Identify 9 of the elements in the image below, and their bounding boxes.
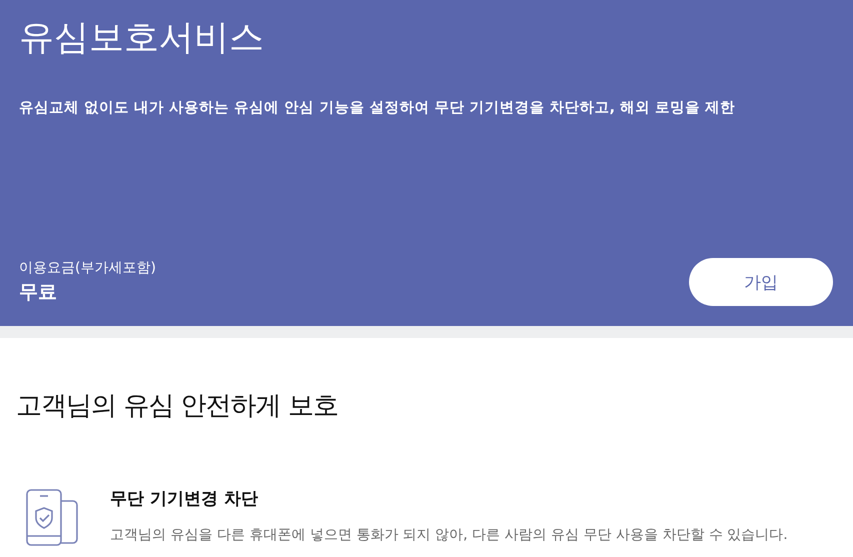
phone-shield-icon xyxy=(26,489,79,546)
section-heading: 고객님의 유심 안전하게 보호 xyxy=(16,390,339,423)
service-description: 유심교체 없이도 내가 사용하는 유심에 안심 기능을 설정하여 무단 기기변경을 차단하고, 해외 로밍을 제한 xyxy=(19,99,736,118)
join-button[interactable]: 가입 xyxy=(689,258,833,306)
feature-description: 고객님의 유심을 다른 휴대폰에 넣으면 통화가 되지 않아, 다른 사람의 유심 무단 사용을 차단할 수 있습니다. xyxy=(110,526,788,544)
fee-value: 무료 xyxy=(19,280,58,305)
fee-label: 이용요금(부가세포함) xyxy=(19,259,156,277)
feature-title: 무단 기기변경 차단 xyxy=(110,488,259,510)
page-title: 유심보호서비스 xyxy=(19,17,265,60)
